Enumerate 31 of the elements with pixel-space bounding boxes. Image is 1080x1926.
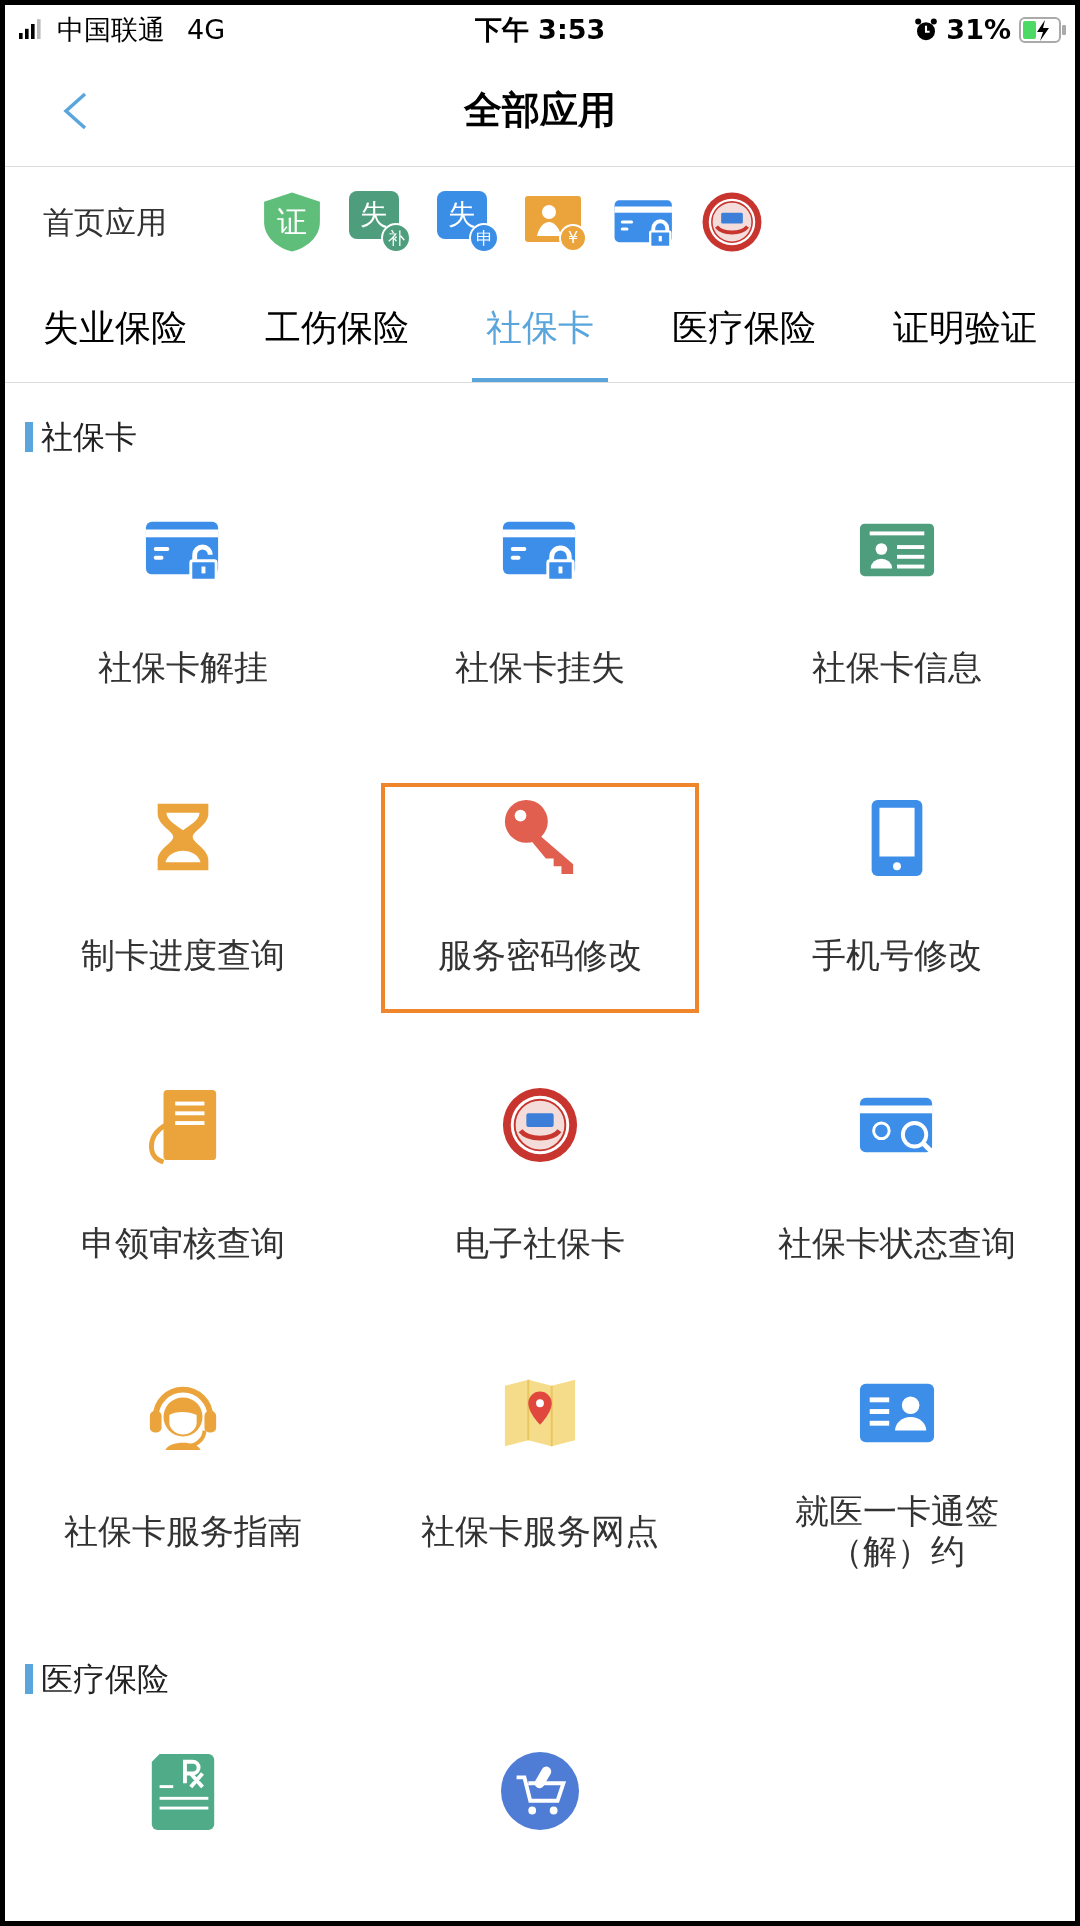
app-tile[interactable]: 制卡进度查询 [24,783,343,1013]
app-tile[interactable]: 手机号修改 [737,783,1056,1013]
app-tile[interactable]: 社保卡服务网点 [381,1359,699,1589]
emblem-icon [501,1086,579,1164]
tab[interactable]: 医疗保险 [657,277,830,382]
app-tile[interactable]: 社保卡挂失 [381,495,699,725]
app-tile[interactable]: 社保卡服务指南 [24,1359,343,1589]
app-tile[interactable]: 服务密码修改 [381,783,699,1013]
carrier-name: 中国联通 [57,12,165,47]
app-tile[interactable]: 社保卡信息 [737,495,1056,725]
battery-percent: 31% [946,12,1011,47]
home-apps-label: 首页应用 [43,202,168,242]
section-title: 医疗保险 [41,1659,169,1700]
app-tile[interactable]: 电子社保卡 [381,1071,699,1301]
app-tile[interactable]: 申领审核查询 [24,1071,343,1301]
shopping-cart-icon [501,1752,579,1830]
section-marker [25,1664,33,1694]
clock: 下午 3:53 [474,12,606,47]
app-tile[interactable]: 就医一卡通签 （解）约 [737,1359,1056,1589]
network-type: 4G [187,12,226,47]
section-marker [25,422,33,452]
page-title: 全部应用 [464,87,616,134]
tab[interactable]: 失业保险 [29,277,201,382]
section-title: 社保卡 [41,417,137,458]
alarm-icon [914,18,939,42]
emblem-icon[interactable] [701,191,763,253]
tab[interactable]: 证明验证 [879,277,1051,382]
app-tile[interactable]: 社保卡解挂 [24,495,343,725]
app-tile[interactable]: 社保卡状态查询 [737,1071,1056,1301]
tab[interactable]: 工伤保险 [250,277,423,382]
battery-icon [1019,17,1067,43]
